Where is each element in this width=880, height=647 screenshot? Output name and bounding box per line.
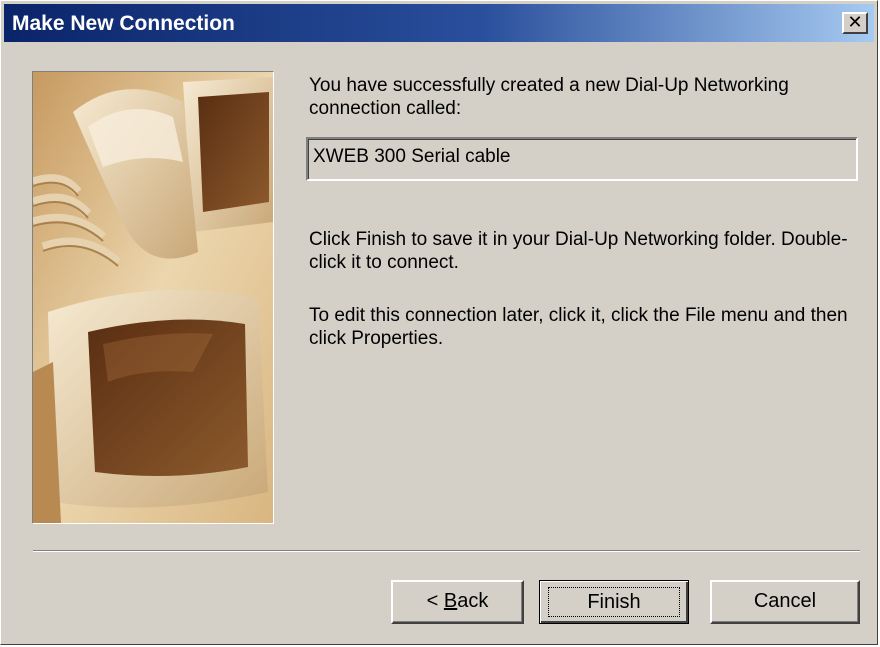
back-button[interactable]: < Back [391,580,524,624]
connection-name-field: XWEB 300 Serial cable [306,137,858,181]
back-label-prefix: < [426,590,444,612]
close-button[interactable]: ✕ [842,12,868,34]
back-label-rest: ack [457,590,489,612]
finish-label: Finish [548,587,680,617]
make-new-connection-dialog: Make New Connection ✕ You have successfu… [0,0,878,645]
phone-and-monitor-illustration-icon [33,72,273,523]
wizard-illustration [32,71,274,524]
cancel-button[interactable]: Cancel [710,580,860,624]
close-icon: ✕ [847,12,863,33]
success-message: You have successfully created a new Dial… [309,75,789,119]
edit-instructions: To edit this connection later, click it,… [309,305,848,349]
title-bar[interactable]: Make New Connection ✕ [4,4,874,42]
button-separator [33,550,860,552]
back-label-mnemonic: B [443,590,458,612]
finish-button[interactable]: Finish [539,580,689,624]
window-title: Make New Connection [12,12,235,35]
finish-instructions: Click Finish to save it in your Dial-Up … [309,229,848,273]
